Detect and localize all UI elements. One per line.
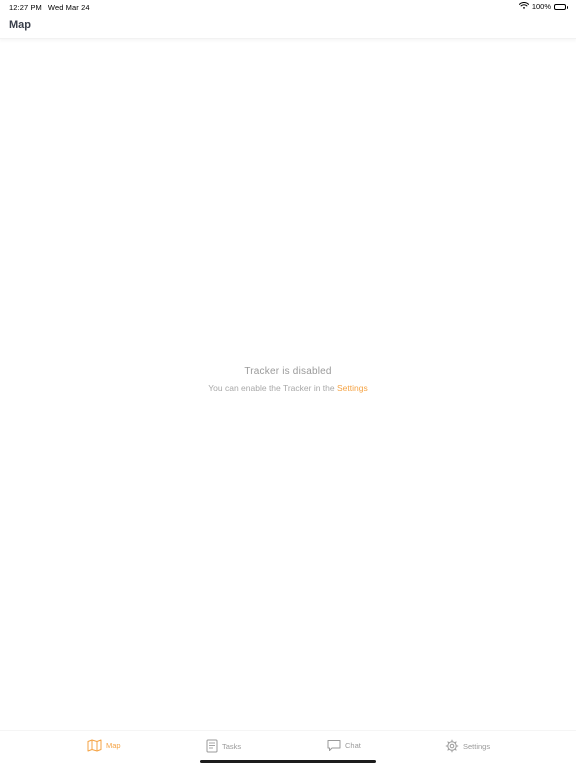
- empty-state: Tracker is disabled You can enable the T…: [0, 366, 576, 393]
- empty-state-title: Tracker is disabled: [244, 366, 332, 377]
- status-date: Wed Mar 24: [47, 3, 90, 12]
- tab-label-chat: Chat: [345, 741, 361, 750]
- tab-chat[interactable]: Chat: [327, 739, 361, 752]
- tab-tasks[interactable]: Tasks: [206, 739, 241, 753]
- page-title: Map: [9, 19, 31, 31]
- status-left: 12:27 PM Wed Mar 24: [9, 3, 90, 12]
- home-indicator[interactable]: [200, 760, 376, 763]
- tab-label-map: Map: [106, 741, 121, 750]
- nav-bar: Map: [0, 14, 576, 39]
- wifi-icon: [518, 2, 529, 11]
- tab-label-settings: Settings: [463, 741, 491, 751]
- tab-settings[interactable]: Settings: [445, 739, 490, 753]
- empty-state-message-text: You can enable the Tracker in the: [208, 383, 337, 393]
- tab-label-tasks: Tasks: [222, 741, 242, 751]
- status-time: 12:27 PM: [9, 3, 42, 12]
- gear-icon: [445, 739, 459, 753]
- map-icon: [87, 739, 102, 752]
- status-bar: 12:27 PM Wed Mar 24 100%: [0, 0, 576, 14]
- chat-bubble-icon: [327, 739, 341, 752]
- battery-icon: [554, 3, 568, 10]
- tab-map[interactable]: Map: [87, 739, 121, 752]
- status-right: 100%: [518, 2, 568, 11]
- screen: 12:27 PM Wed Mar 24 100% Map Tracker is d…: [0, 0, 576, 768]
- empty-state-message: You can enable the Tracker in the Settin…: [0, 383, 576, 393]
- document-icon: [206, 739, 218, 753]
- battery-percent: 100%: [531, 2, 551, 11]
- settings-link[interactable]: Settings: [337, 383, 368, 393]
